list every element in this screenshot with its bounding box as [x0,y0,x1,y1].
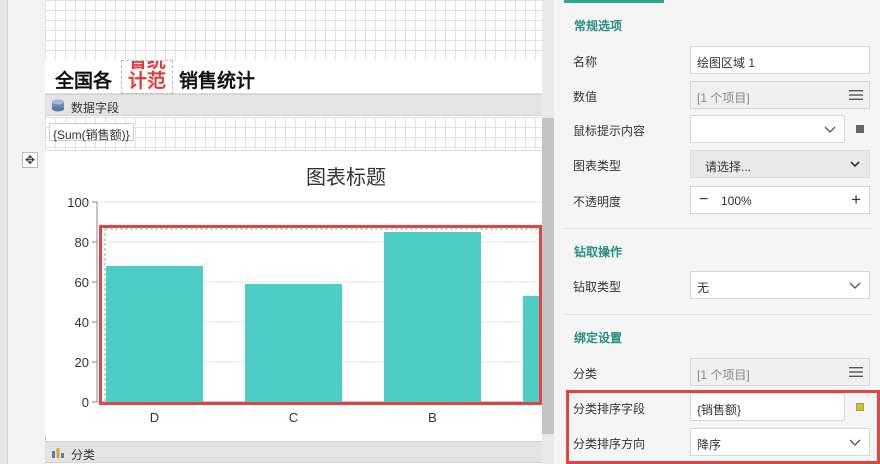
chart-title: 图表标题 [306,166,386,189]
chart-type-value: 请选择... [705,160,752,174]
bar-chart: 图表标题 100 80 60 40 20 0 D C B [67,166,542,425]
header-grid [45,0,542,60]
tooltip-dropdown[interactable] [690,115,845,143]
vertical-ruler [0,0,8,464]
database-icon [52,99,64,112]
title-text-right: 销售统计 [179,71,256,92]
sum-expression-cell[interactable]: {Sum(销售额)} [49,123,134,142]
divider [564,314,872,315]
x-tick-label: C [289,410,298,425]
stamp-text-bottom: 计范 [127,71,166,92]
y-tick-label: 60 [75,275,89,290]
plus-icon[interactable]: + [851,190,861,210]
bar-chart-icon [52,448,64,458]
category-field[interactable]: [1 个项目] [690,358,870,386]
category-band-label: 分类 [71,448,96,462]
name-input[interactable]: 绘图区域 1 [690,46,870,74]
opacity-value: 100% [721,194,752,208]
binding-section-title: 绑定设置 [574,331,623,345]
data-fields-band-label: 数据字段 [71,101,120,115]
drill-type-label: 钻取类型 [573,280,622,294]
category-band-header[interactable]: 分类 [45,441,542,463]
bar-A [523,296,542,402]
category-label: 分类 [573,367,598,381]
drill-type-dropdown[interactable]: 无 [690,271,870,299]
opacity-stepper[interactable]: − 100% + [690,186,870,214]
list-icon[interactable] [849,89,863,101]
x-tick-label: B [428,410,437,425]
chevron-down-icon [824,126,836,133]
value-field-text: [1 个项目] [697,91,750,105]
active-tab-indicator [564,0,664,3]
chart-type-select[interactable]: 请选择... [690,150,870,178]
minus-icon[interactable]: − [699,191,708,209]
y-tick-label: 0 [82,395,89,410]
general-section-title: 常规选项 [574,19,623,33]
report-design-surface[interactable]: 全国各 省统 计范 销售统计 数据字段 {Sum(销售额)} ✥ 图表标题 100… [0,0,545,464]
drill-type-value: 无 [697,281,710,295]
y-tick-label: 40 [75,315,89,330]
list-icon[interactable] [849,366,863,378]
chevron-down-icon [849,282,861,289]
chevron-down-icon [850,161,860,168]
opacity-label: 不透明度 [573,195,622,209]
y-tick-label: 100 [67,195,89,210]
vertical-scrollbar-thumb[interactable] [542,118,554,434]
drill-section-title: 钻取操作 [574,245,623,259]
divider [564,228,872,229]
title-stamp: 省统 计范 [121,60,173,94]
chart-area[interactable]: 图表标题 100 80 60 40 20 0 D C B [45,150,542,435]
value-field[interactable]: [1 个项目] [690,81,870,109]
report-title-band[interactable]: 全国各 省统 计范 销售统计 [45,60,542,94]
bar-C [245,284,342,402]
chart-type-label: 图表类型 [573,159,622,173]
bar-D [106,266,203,402]
tooltip-color-swatch[interactable] [856,125,864,133]
title-text-left: 全国各 [55,71,113,92]
data-fields-band-header[interactable]: 数据字段 [45,94,542,116]
move-handle-icon[interactable]: ✥ [22,152,38,168]
value-label: 数值 [573,90,598,104]
y-tick-label: 20 [75,355,89,370]
sort-settings-highlight-box [566,390,880,464]
y-tick-label: 80 [75,235,89,250]
category-field-text: [1 个项目] [697,368,750,382]
name-label: 名称 [573,55,598,69]
bar-B [384,232,481,402]
x-tick-label: D [150,410,159,425]
tooltip-label: 鼠标提示内容 [573,124,646,138]
